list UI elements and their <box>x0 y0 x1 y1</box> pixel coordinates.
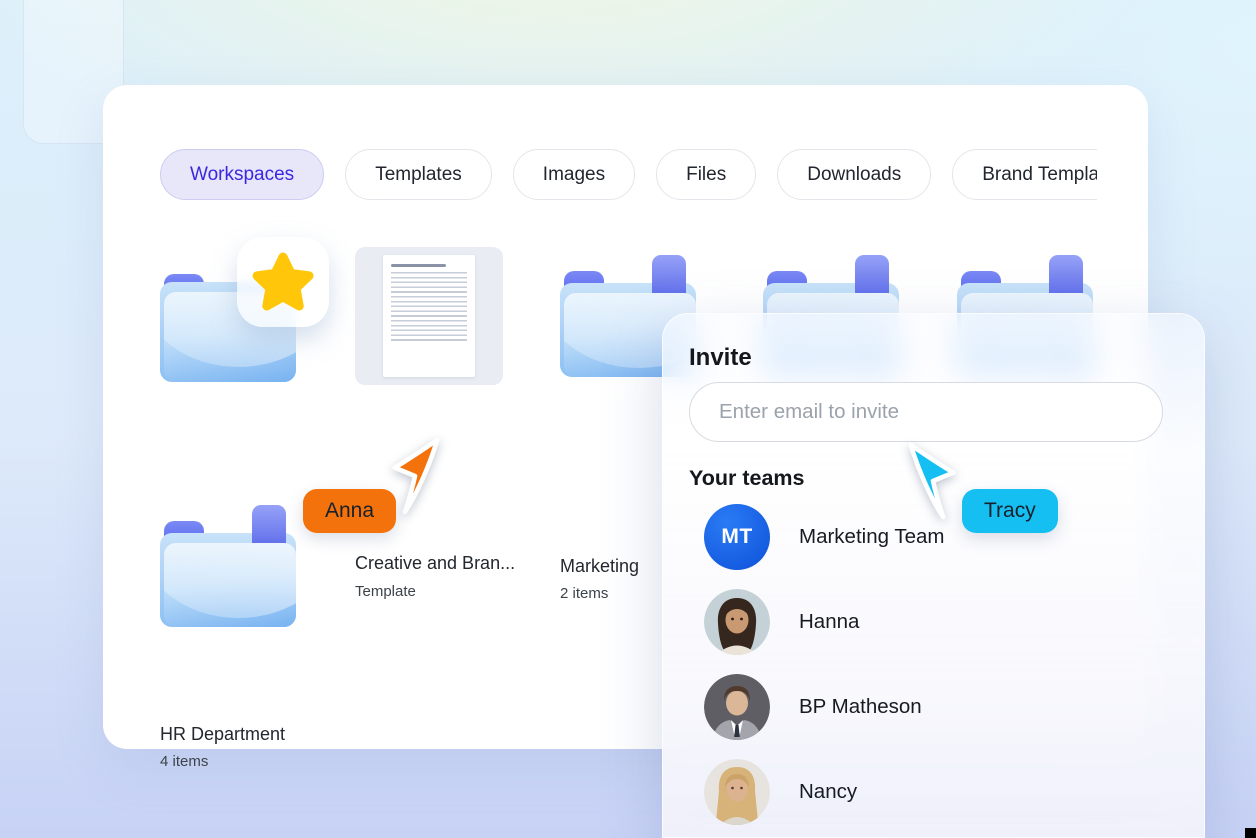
screen: Workspaces Templates Images Files Downlo… <box>0 0 1256 838</box>
team-avatar-initials: MT <box>704 504 770 570</box>
document-thumbnail <box>355 247 503 385</box>
tab-bar: Workspaces Templates Images Files Downlo… <box>160 149 1097 203</box>
document-name: Creative and Bran... <box>355 553 515 574</box>
tab-label: Images <box>543 164 605 186</box>
man-suit-photo <box>704 674 770 740</box>
document-page <box>383 255 475 377</box>
member-row-nancy[interactable]: Nancy <box>704 759 857 825</box>
tab-label: Downloads <box>807 164 901 186</box>
tab-label: Workspaces <box>190 164 294 186</box>
folder-icon <box>160 505 296 627</box>
woman-blonde-photo <box>704 759 770 825</box>
woman-dark-hair-photo <box>704 589 770 655</box>
tab-label: Templates <box>375 164 462 186</box>
invite-panel-title: Invite <box>689 344 752 372</box>
starred-badge[interactable] <box>237 237 329 327</box>
folder-tile-hr-department[interactable]: HR Department 4 items <box>160 505 310 695</box>
tab-images[interactable]: Images <box>513 149 635 200</box>
tab-brand-templates[interactable]: Brand Templates <box>952 149 1097 200</box>
invite-email-input[interactable] <box>689 382 1163 442</box>
document-title-line <box>391 264 446 267</box>
collaborator-name: Anna <box>325 499 374 522</box>
tab-label: Brand Templates <box>982 164 1097 186</box>
document-tile-creative[interactable]: Creative and Bran... Template <box>355 247 505 447</box>
star-icon <box>251 250 315 314</box>
document-type-label: Template <box>355 583 416 600</box>
tab-row: Workspaces Templates Images Files Downlo… <box>160 149 1097 200</box>
black-corner-mark <box>1245 828 1256 838</box>
team-initials: MT <box>721 525 752 549</box>
team-name: Marketing Team <box>799 525 944 549</box>
member-row-bp-matheson[interactable]: BP Matheson <box>704 674 922 740</box>
tracy-cursor-label: Tracy <box>962 489 1058 533</box>
anna-cursor-label: Anna <box>303 489 396 533</box>
folder-name: HR Department <box>160 724 285 745</box>
avatar-bp-matheson <box>704 674 770 740</box>
folder-name: Marketing <box>560 556 639 577</box>
avatar-hanna <box>704 589 770 655</box>
tab-files[interactable]: Files <box>656 149 756 200</box>
your-teams-heading: Your teams <box>689 466 805 491</box>
member-name: Nancy <box>799 780 857 804</box>
document-text-lines <box>391 272 467 344</box>
folder-front <box>164 543 296 627</box>
tab-workspaces[interactable]: Workspaces <box>160 149 324 200</box>
folder-item-count: 2 items <box>560 585 608 602</box>
folder-item-count: 4 items <box>160 753 208 770</box>
member-row-hanna[interactable]: Hanna <box>704 589 859 655</box>
collaborator-name: Tracy <box>984 499 1036 522</box>
member-name: BP Matheson <box>799 695 922 719</box>
avatar-nancy <box>704 759 770 825</box>
member-name: Hanna <box>799 610 859 634</box>
tracy-cursor-icon <box>908 441 958 521</box>
tab-downloads[interactable]: Downloads <box>777 149 931 200</box>
anna-cursor-icon <box>390 436 440 516</box>
invite-panel: Invite Your teams MT Marketing Team <box>662 313 1205 838</box>
tab-templates[interactable]: Templates <box>345 149 492 200</box>
tab-label: Files <box>686 164 726 186</box>
